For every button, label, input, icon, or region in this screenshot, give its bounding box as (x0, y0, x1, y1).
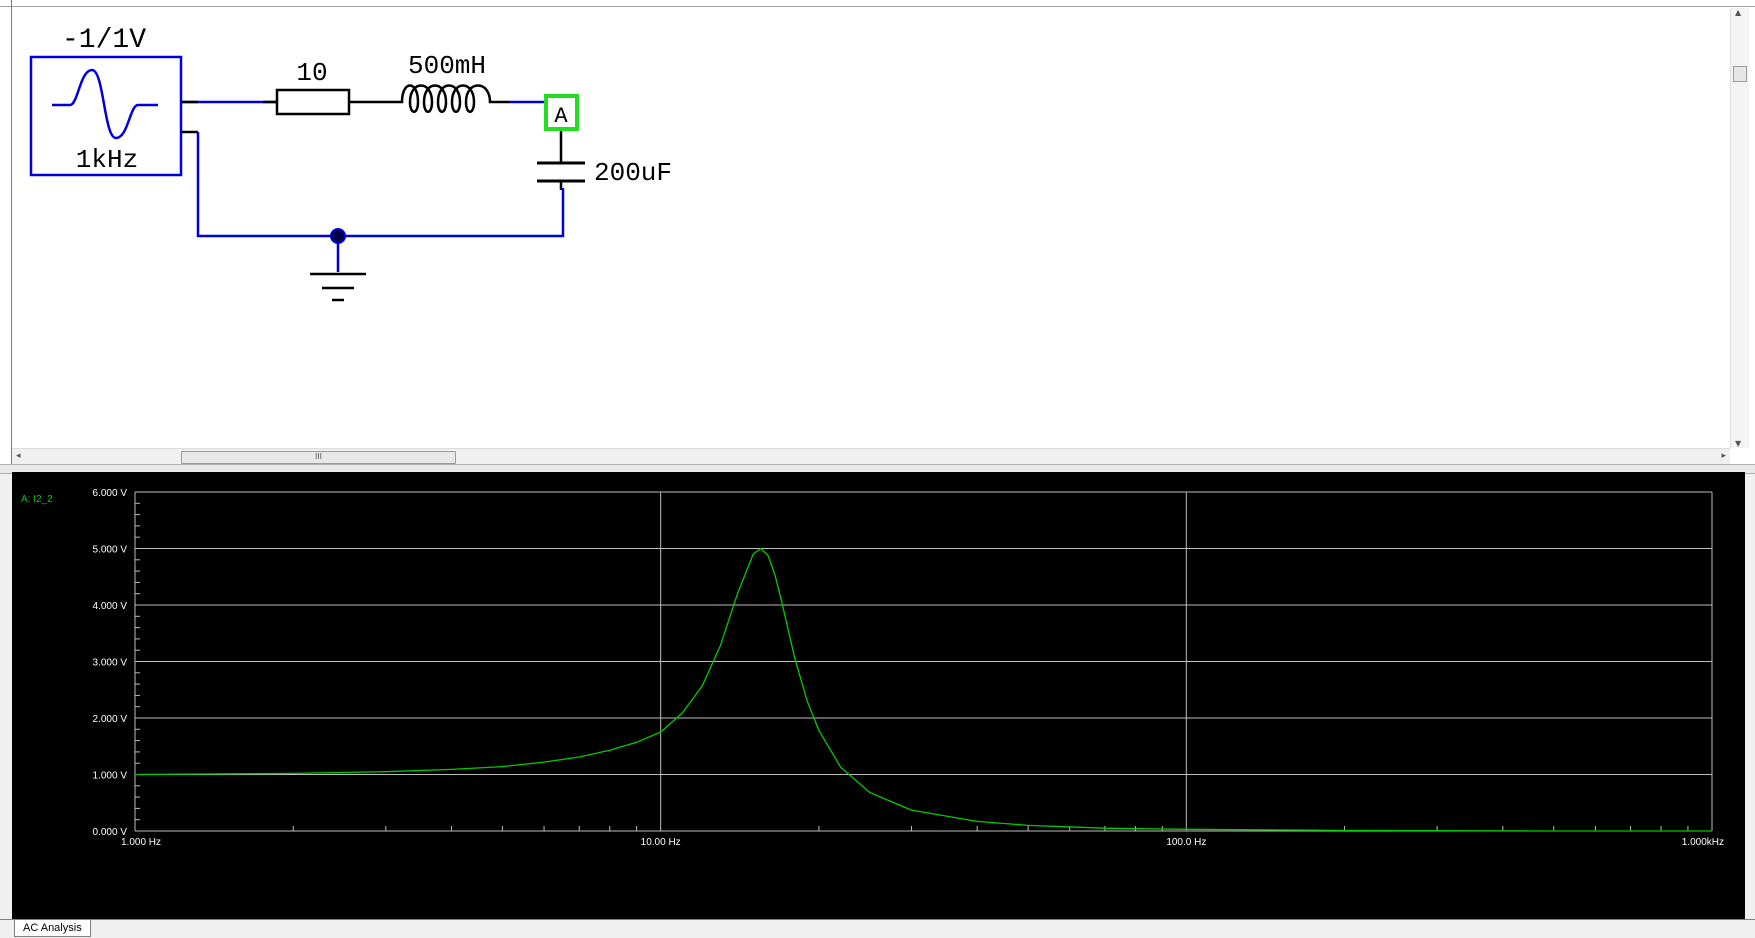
wires (181, 100, 565, 272)
resistor-value-label: 10 (296, 58, 327, 88)
ac-analysis-plot[interactable]: 0.000 V 1.000 V 2.000 V 3.000 V 4.000 V 5.000… (12, 472, 1745, 919)
grid-lines (135, 491, 1713, 831)
circuit-diagram[interactable]: -1/1V 1kHz 10 500mH A 200uF (0, 0, 1730, 448)
trace-layer (134, 547, 1712, 832)
vertical-scroll-thumb[interactable] (1733, 66, 1747, 82)
horizontal-scrollbar[interactable]: ◂ III ▸ (12, 448, 1730, 465)
vertical-scrollbar[interactable]: ▲ ▼ (1730, 8, 1749, 448)
horizontal-scroll-thumb[interactable]: III (181, 451, 456, 464)
trace-line-a-i2-2 (134, 547, 1712, 832)
y-tick-label: 6.000 V (93, 488, 128, 499)
y-tick-label: 5.000 V (93, 545, 128, 556)
resistor[interactable]: 10 (263, 58, 386, 116)
x-tick-label: 100.0 Hz (1166, 837, 1206, 848)
source-frequency-label: 1kHz (76, 145, 138, 175)
x-tick-label: 1.000 Hz (121, 837, 161, 848)
ac-voltage-source[interactable]: -1/1V 1kHz (29, 25, 198, 177)
wire-source-ground-return (196, 132, 565, 238)
y-tick-label: 3.000 V (93, 658, 128, 669)
source-amplitude-label: -1/1V (62, 25, 146, 56)
analysis-tab-bar: AC Analysis (0, 919, 1755, 938)
trace-legend-label: A: I2_2 (21, 494, 53, 505)
inductor-value-label: 500mH (408, 51, 486, 81)
capacitor-value-label: 200uF (594, 158, 672, 188)
plot-svg: 0.000 V1.000 V2.000 V3.000 V4.000 V5.000… (21, 488, 1724, 848)
schematic-canvas[interactable]: -1/1V 1kHz 10 500mH A 200uF ▲ ▼ ◂ III ▸ (0, 0, 1755, 470)
y-tick-label: 4.000 V (93, 601, 128, 612)
scroll-right-arrow-icon[interactable]: ▸ (1721, 451, 1726, 461)
y-tick-label: 1.000 V (93, 771, 128, 782)
inductor[interactable]: 500mH (386, 51, 546, 113)
tab-ac-analysis[interactable]: AC Analysis (14, 920, 91, 937)
y-tick-label: 2.000 V (93, 714, 128, 725)
x-tick-label: 1.000kHz (1682, 837, 1724, 848)
capacitor[interactable]: 200uF (537, 158, 672, 190)
scroll-up-arrow-icon[interactable]: ▲ (1735, 8, 1741, 17)
scroll-left-arrow-icon[interactable]: ◂ (16, 451, 21, 461)
axis-tick-labels: 0.000 V1.000 V2.000 V3.000 V4.000 V5.000… (93, 488, 1724, 848)
scroll-down-arrow-icon[interactable]: ▼ (1735, 439, 1741, 448)
x-tick-label: 10.00 Hz (641, 837, 681, 848)
junction-node (330, 228, 346, 244)
voltage-probe[interactable]: A (544, 94, 579, 163)
probe-label: A (554, 104, 568, 129)
